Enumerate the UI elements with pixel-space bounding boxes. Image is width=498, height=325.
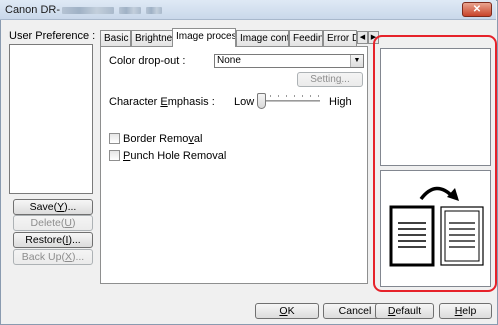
tab-basic[interactable]: Basic — [100, 30, 131, 46]
slider-tick — [310, 95, 311, 97]
slider-tick — [270, 95, 271, 97]
tab-feeding[interactable]: Feeding — [289, 30, 323, 46]
tab-image-processing[interactable]: Image processing — [172, 28, 236, 47]
border-removal-label[interactable]: Border Removal — [123, 133, 202, 145]
border-removal-checkbox[interactable] — [109, 133, 120, 144]
slider-tick — [286, 95, 287, 97]
window-title: Canon DR- — [5, 4, 163, 16]
slider-tick — [302, 95, 303, 97]
punch-hole-removal-label[interactable]: Punch Hole Removal — [123, 150, 226, 162]
user-preference-list[interactable] — [9, 44, 93, 194]
arrow-left-icon: ◀ — [359, 34, 366, 41]
color-dropout-value: None — [217, 55, 241, 66]
blurred-title-part — [62, 6, 115, 14]
tab-error-detection[interactable]: Error De — [323, 30, 357, 46]
tab-scroll-left-button[interactable]: ◀ — [357, 31, 368, 44]
emphasis-high-label: High — [329, 96, 352, 108]
default-button[interactable]: Default — [375, 303, 434, 319]
emphasis-slider-thumb[interactable] — [257, 93, 266, 109]
close-button[interactable]: ✕ — [462, 2, 492, 17]
restore-button[interactable]: Restore(I)... — [13, 232, 93, 248]
slider-tick — [278, 95, 279, 97]
emphasis-low-label: Low — [234, 96, 255, 108]
user-preference-label: User Preference : — [9, 30, 96, 42]
title-bar: Canon DR- ✕ — [0, 0, 496, 20]
tab-image-control[interactable]: Image control — [236, 30, 289, 46]
slider-tick — [318, 95, 319, 97]
punch-hole-removal-checkbox[interactable] — [109, 150, 120, 161]
color-dropout-label: Color drop-out : — [109, 55, 186, 67]
tab-brightness[interactable]: Brightness — [131, 30, 173, 46]
help-button[interactable]: Help — [439, 303, 492, 319]
setting-button[interactable]: Setting... — [297, 72, 363, 87]
slider-tick — [294, 95, 295, 97]
emphasis-slider-track[interactable] — [262, 100, 320, 102]
delete-button[interactable]: Delete(U) — [13, 215, 93, 231]
highlight-frame — [373, 35, 497, 292]
ok-button[interactable]: OK — [255, 303, 319, 319]
blurred-title-part — [146, 6, 163, 14]
save-button[interactable]: Save(Y)... — [13, 199, 93, 215]
back-up-button[interactable]: Back Up(X)... — [13, 249, 93, 265]
character-emphasis-label: Character Emphasis : — [109, 96, 215, 108]
color-dropout-select[interactable]: None ▼ — [214, 54, 364, 68]
blurred-title-part — [119, 6, 142, 14]
close-icon: ✕ — [472, 4, 482, 15]
chevron-down-icon[interactable]: ▼ — [350, 55, 363, 67]
